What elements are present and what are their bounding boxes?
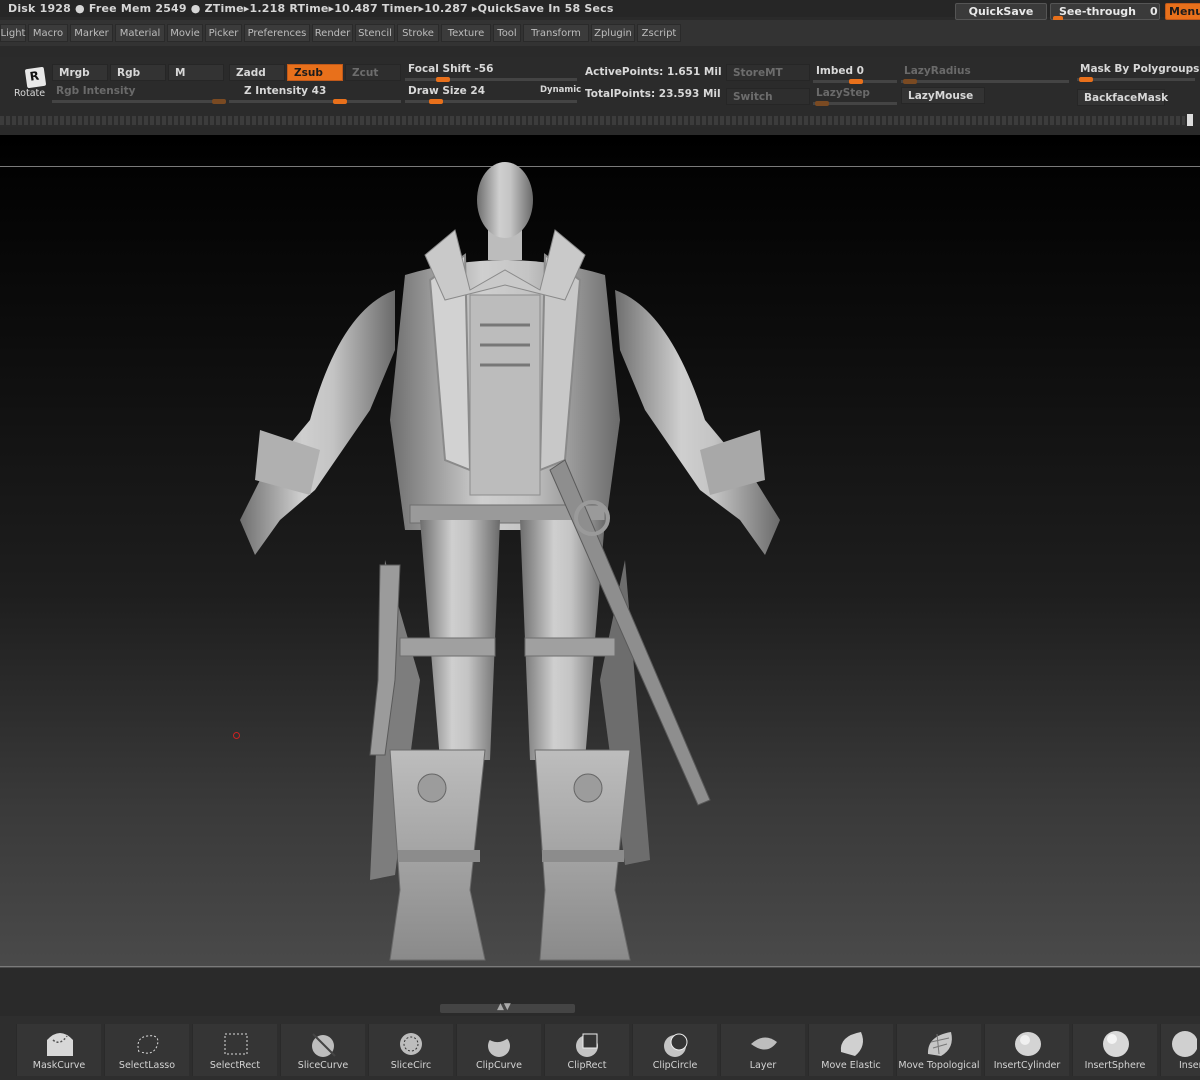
menu-zscript[interactable]: Zscript bbox=[637, 24, 681, 42]
tray-insertsphere[interactable]: InsertSphere bbox=[1072, 1024, 1157, 1076]
mask-by-polygroups-slider[interactable] bbox=[1077, 78, 1195, 81]
lazymouse-button[interactable]: LazyMouse bbox=[901, 87, 985, 104]
rgb-intensity-label: Rgb Intensity bbox=[56, 85, 136, 97]
quicksave-button[interactable]: QuickSave bbox=[955, 3, 1047, 20]
imbed-label: Imbed 0 bbox=[816, 65, 864, 77]
rotate-icon[interactable]: R bbox=[24, 66, 47, 89]
zcut-button[interactable]: Zcut bbox=[345, 64, 401, 81]
menu-tool[interactable]: Tool bbox=[493, 24, 521, 42]
tray-insertcylinder[interactable]: InsertCylinder bbox=[984, 1024, 1069, 1076]
see-through-slider[interactable]: See-through 0 bbox=[1050, 3, 1160, 21]
select-rect-icon bbox=[224, 1033, 248, 1055]
backfacemask-button[interactable]: BackfaceMask bbox=[1077, 89, 1168, 106]
menu-texture[interactable]: Texture bbox=[441, 24, 491, 42]
menu-stencil[interactable]: Stencil bbox=[355, 24, 395, 42]
lazyradius-label: LazyRadius bbox=[904, 65, 971, 77]
rgb-intensity-slider[interactable] bbox=[52, 100, 224, 103]
cursor-indicator bbox=[233, 732, 240, 739]
move-elastic-icon bbox=[840, 1032, 863, 1056]
insert-cylinder-icon bbox=[1015, 1032, 1041, 1056]
status-text: Disk 1928 ● Free Mem 2549 ● ZTime▸1.218 … bbox=[8, 2, 614, 15]
tray-maskcurve[interactable]: MaskCurve bbox=[16, 1024, 101, 1076]
tray-toggle-icon: ▲▼ bbox=[497, 1002, 511, 1012]
clip-rect-icon bbox=[576, 1033, 598, 1057]
focal-shift-knob[interactable] bbox=[436, 77, 450, 82]
layer-brush-icon bbox=[751, 1037, 777, 1050]
active-points: ActivePoints: 1.651 Mil bbox=[585, 66, 722, 78]
mask-by-polygroups-label: Mask By Polygroups bbox=[1080, 63, 1200, 75]
switch-button[interactable]: Switch bbox=[726, 88, 810, 105]
lazyradius-slider[interactable] bbox=[901, 80, 1069, 83]
tray-clipcurve[interactable]: ClipCurve bbox=[456, 1024, 541, 1076]
menu-movie[interactable]: Movie bbox=[167, 24, 203, 42]
mrgb-button[interactable]: Mrgb bbox=[52, 64, 108, 81]
focal-shift-label: Focal Shift -56 bbox=[408, 63, 494, 75]
insert-brush-icon bbox=[1172, 1031, 1197, 1057]
tray-toggle-handle[interactable]: ▲▼ bbox=[440, 1002, 575, 1013]
menu-marker[interactable]: Marker bbox=[70, 24, 113, 42]
mask-curve-icon bbox=[47, 1033, 73, 1056]
select-lasso-icon bbox=[137, 1035, 159, 1054]
move-topological-icon bbox=[927, 1032, 952, 1056]
tray-move-topological[interactable]: Move Topological bbox=[896, 1024, 981, 1076]
shelf-divider-strip bbox=[0, 116, 1185, 125]
z-intensity-slider[interactable] bbox=[229, 100, 401, 103]
dynamic-toggle[interactable]: Dynamic bbox=[540, 85, 581, 95]
z-intensity-knob[interactable] bbox=[333, 99, 347, 104]
see-through-label: See-through bbox=[1059, 5, 1137, 18]
slice-circle-icon bbox=[400, 1033, 422, 1055]
clip-curve-icon bbox=[487, 1030, 513, 1057]
lazystep-label: LazyStep bbox=[816, 87, 870, 99]
zadd-button[interactable]: Zadd bbox=[229, 64, 285, 81]
z-intensity-label: Z Intensity 43 bbox=[244, 85, 327, 97]
clip-circle-icon bbox=[664, 1033, 688, 1057]
menu-material[interactable]: Material bbox=[115, 24, 165, 42]
sculpt-model[interactable] bbox=[220, 160, 800, 970]
tray-insert-partial[interactable]: Inser bbox=[1160, 1024, 1200, 1076]
tray-slicecurve[interactable]: SliceCurve bbox=[280, 1024, 365, 1076]
slice-curve-icon bbox=[312, 1033, 336, 1057]
storemt-button[interactable]: StoreMT bbox=[726, 64, 810, 81]
shelf-scroll-handle[interactable] bbox=[1187, 114, 1193, 126]
zsub-button[interactable]: Zsub bbox=[287, 64, 343, 81]
imbed-knob[interactable] bbox=[849, 79, 863, 84]
menu-zplugin[interactable]: Zplugin bbox=[591, 24, 635, 42]
focal-shift-slider[interactable] bbox=[405, 78, 577, 81]
menu-preferences[interactable]: Preferences bbox=[244, 24, 310, 42]
tray-layer[interactable]: Layer bbox=[720, 1024, 805, 1076]
rgb-intensity-knob[interactable] bbox=[212, 99, 226, 104]
menu-render[interactable]: Render bbox=[312, 24, 353, 42]
tray-move-elastic[interactable]: Move Elastic bbox=[808, 1024, 893, 1076]
lazyradius-knob[interactable] bbox=[903, 79, 917, 84]
tray-clipcircle[interactable]: ClipCircle bbox=[632, 1024, 717, 1076]
draw-size-knob[interactable] bbox=[429, 99, 443, 104]
tray-selectrect[interactable]: SelectRect bbox=[192, 1024, 277, 1076]
tray-cliprect[interactable]: ClipRect bbox=[544, 1024, 629, 1076]
m-button[interactable]: M bbox=[168, 64, 224, 81]
menus-button[interactable]: Menus bbox=[1165, 3, 1200, 20]
mask-by-polygroups-knob[interactable] bbox=[1079, 77, 1093, 82]
menu-transform[interactable]: Transform bbox=[523, 24, 589, 42]
menu-picker[interactable]: Picker bbox=[205, 24, 242, 42]
rgb-button[interactable]: Rgb bbox=[110, 64, 166, 81]
menu-stroke[interactable]: Stroke bbox=[397, 24, 439, 42]
menu-macro[interactable]: Macro bbox=[28, 24, 68, 42]
total-points: TotalPoints: 23.593 Mil bbox=[585, 88, 721, 100]
menu-light[interactable]: Light bbox=[0, 24, 26, 42]
lazystep-knob[interactable] bbox=[815, 101, 829, 106]
tray-selectlasso[interactable]: SelectLasso bbox=[104, 1024, 189, 1076]
tray-slicecirc[interactable]: SliceCirc bbox=[368, 1024, 453, 1076]
rotate-label: Rotate bbox=[14, 88, 46, 99]
insert-sphere-icon bbox=[1103, 1031, 1129, 1057]
menu-bar: Light Macro Marker Material Movie Picker… bbox=[0, 20, 1200, 46]
draw-size-label: Draw Size 24 bbox=[408, 85, 485, 97]
see-through-value: 0 bbox=[1150, 5, 1158, 18]
